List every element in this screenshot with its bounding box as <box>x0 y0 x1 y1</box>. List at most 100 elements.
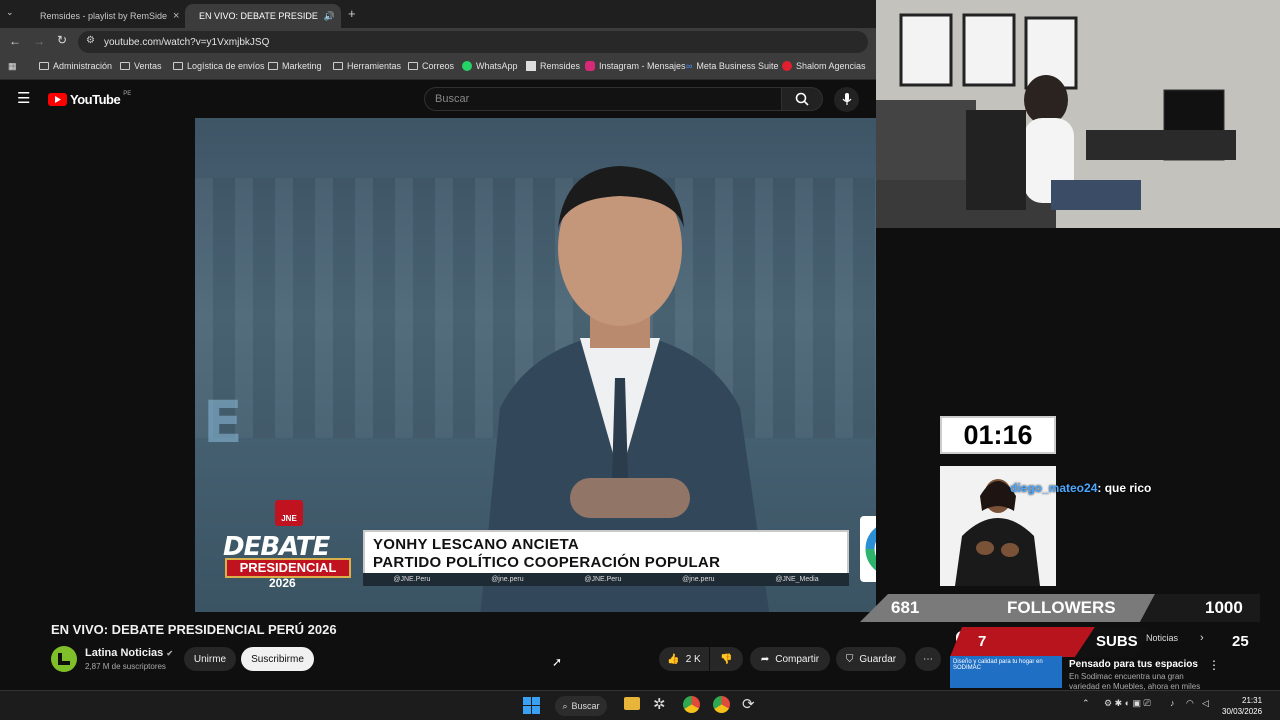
chat-username: diego_mateo24 <box>1010 481 1098 495</box>
bookmark-label: WhatsApp <box>476 61 518 71</box>
ad-description: En Sodimac encuentra una gran variedad e… <box>1069 672 1201 691</box>
shalom-icon <box>782 61 792 71</box>
channel-avatar[interactable] <box>51 646 77 672</box>
jne-logo: JNE <box>275 500 303 526</box>
bookmark-shalom[interactable]: Shalom Agencias <box>782 61 866 71</box>
bookmark-label: Shalom Agencias <box>796 61 866 71</box>
bookmark-label: Logística de envíos <box>187 61 265 71</box>
start-button[interactable] <box>523 697 540 714</box>
more-icon: ⋯ <box>923 653 933 665</box>
tray-icons[interactable]: ⚙ ✱ ◐ ▣ ⎚ <box>1104 698 1151 709</box>
close-icon[interactable]: × <box>173 10 179 22</box>
channel-name[interactable]: Latina Noticias ✔ <box>85 647 173 659</box>
browser-toolbar: ← → ↻ ⚙ youtube.com/watch?v=y1VxmjbkJSQ <box>0 28 876 56</box>
clock[interactable]: 21:31 30/03/2026 <box>1222 695 1262 717</box>
url-text: youtube.com/watch?v=y1VxmjbkJSQ <box>104 36 270 48</box>
volume-icon[interactable]: ◁ <box>1202 698 1209 709</box>
microphone-icon <box>842 93 851 105</box>
taskbar-search[interactable]: ⌕ Buscar <box>555 696 607 716</box>
folder-icon <box>408 62 418 70</box>
chrome-profile-icon[interactable] <box>713 696 730 713</box>
bookmarks-bar: ▦ Administración Ventas Logística de env… <box>0 56 876 80</box>
menu-icon[interactable]: ☰ <box>17 89 30 107</box>
subs-count: 7 <box>978 633 987 650</box>
x-handle: @JNE.Peru <box>584 576 622 583</box>
chatgpt-icon[interactable]: ✲ <box>653 695 666 713</box>
video-player[interactable]: E JNE DEBATE PRESIDENCIAL 2026 YONHY LES… <box>195 118 876 612</box>
debate-year: 2026 <box>269 576 296 590</box>
subs-label: SUBS <box>1096 633 1138 650</box>
ad-card[interactable]: Diseño y calidad para tu hogar en SODIMA… <box>950 656 1280 691</box>
bookmark-label: Administración <box>53 61 113 71</box>
ad-title: Pensado para tus espacios <box>1069 659 1198 670</box>
search-button[interactable] <box>781 87 823 111</box>
share-icon: ➦ <box>760 653 770 665</box>
bookmark-ventas[interactable]: Ventas <box>120 61 162 71</box>
bookmark-remsides[interactable]: Remsides <box>526 61 580 71</box>
like-button[interactable]: 👍 2 K <box>659 647 709 671</box>
wifi-icon[interactable]: ◠ <box>1186 698 1194 709</box>
youtube-logo[interactable]: YouTube PE <box>48 91 131 107</box>
dislike-button[interactable]: 👎 <box>710 647 743 671</box>
bookmark-label: Instagram - Mensajes <box>599 61 686 71</box>
more-actions-button[interactable]: ⋯ <box>915 647 941 671</box>
followers-goal: 1000 <box>1205 598 1243 617</box>
stage-letter: E <box>203 388 243 456</box>
file-explorer-icon[interactable] <box>624 697 640 710</box>
meta-icon: ∞ <box>686 61 693 71</box>
bookmark-instagram[interactable]: Instagram - Mensajes <box>585 61 686 71</box>
bookmark-herramientas[interactable]: Herramientas <box>333 61 401 71</box>
tiktok-handle: @jne.peru <box>682 576 715 583</box>
site-info-icon[interactable]: ⚙ <box>86 35 95 46</box>
logo-text: YouTube <box>70 92 121 107</box>
tab-label: EN VIVO: DEBATE PRESIDE <box>199 11 318 21</box>
instagram-handle: @jne.peru <box>491 576 524 583</box>
bookmark-meta[interactable]: ∞ Meta Business Suite <box>686 61 778 71</box>
bookmark-correos[interactable]: Correos <box>408 61 454 71</box>
voice-search-button[interactable] <box>834 87 859 112</box>
subs-goal: 25 <box>1232 633 1249 650</box>
like-count: 2 K <box>685 653 701 665</box>
youtube-handle: @JNE_Media <box>775 576 819 583</box>
reload-icon[interactable]: ↻ <box>57 33 67 47</box>
facebook-handle: @JNE.Peru <box>393 576 431 583</box>
search-input[interactable]: Buscar <box>424 87 782 111</box>
chrome-icon[interactable] <box>683 696 700 713</box>
chat-text: : que rico <box>1097 481 1152 495</box>
social-handles-bar: @JNE.Peru @jne.peru @JNE.Peru @jne.peru … <box>363 573 849 586</box>
bookmark-whatsapp[interactable]: WhatsApp <box>462 61 518 71</box>
followers-label: FOLLOWERS <box>1007 598 1116 617</box>
address-bar[interactable]: ⚙ youtube.com/watch?v=y1VxmjbkJSQ <box>78 31 868 53</box>
more-vert-icon[interactable]: ⋮ <box>1208 658 1220 672</box>
tray-expand-icon[interactable]: ⌃ <box>1082 698 1090 709</box>
instagram-icon <box>585 61 595 71</box>
app-icon[interactable]: ⟳ <box>742 695 755 713</box>
bookmark-label: Remsides <box>540 61 581 71</box>
channel-name-text: Latina Noticias <box>85 647 164 659</box>
back-icon[interactable]: ← <box>9 34 21 48</box>
microphone-icon[interactable]: ♪ <box>1170 698 1175 708</box>
windows-taskbar: ⌕ Buscar ✲ ⟳ ⌃ ⚙ ✱ ◐ ▣ ⎚ ♪ ◠ ◁ 21:31 30/… <box>0 690 1280 720</box>
apps-icon[interactable]: ▦ <box>8 61 17 72</box>
tab-spotify[interactable]: Remsides - playlist by RemSide × <box>26 4 182 28</box>
folder-icon <box>268 62 278 70</box>
bookmark-marketing[interactable]: Marketing <box>268 61 322 71</box>
share-button[interactable]: ➦ Compartir <box>750 647 830 671</box>
tab-youtube[interactable]: EN VIVO: DEBATE PRESIDE 🔊 × <box>185 4 341 28</box>
youtube-play-icon <box>48 93 67 106</box>
thumbs-up-icon: 👍 <box>667 653 680 665</box>
forward-icon[interactable]: → <box>33 34 45 48</box>
youtube-masthead: ☰ YouTube PE Buscar <box>0 80 876 118</box>
audio-icon[interactable]: 🔊 <box>324 11 335 22</box>
thumbs-down-icon: 👎 <box>720 653 733 665</box>
save-button[interactable]: ⛉ Guardar <box>836 647 906 671</box>
clock-date: 30/03/2026 <box>1222 707 1263 716</box>
subscribe-button[interactable]: Suscribirme <box>241 647 314 671</box>
bookmark-administracion[interactable]: Administración <box>39 61 112 71</box>
bookmark-logistica[interactable]: Logística de envíos <box>173 61 265 71</box>
tab-search-icon[interactable]: ⌄ <box>6 7 14 18</box>
mouse-cursor-icon: ➚ <box>552 655 563 669</box>
new-tab-icon[interactable]: + <box>348 6 356 21</box>
bookmark-label: Herramientas <box>347 61 402 71</box>
join-button[interactable]: Unirme <box>184 647 236 671</box>
